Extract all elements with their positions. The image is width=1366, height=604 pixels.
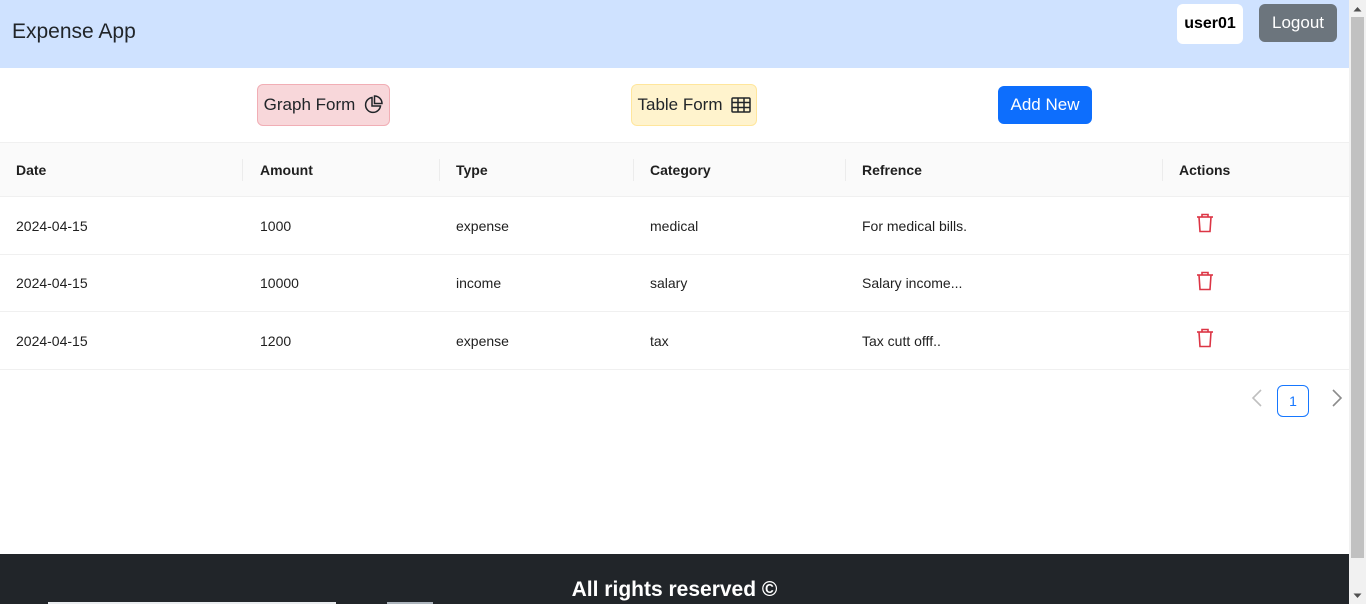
cell-date: 2024-04-15 [16,275,88,291]
table-header: Date Amount Type Category Refrence Actio… [0,142,1349,197]
column-header-actions: Actions [1179,162,1231,178]
table-grid-icon [730,97,751,113]
scroll-up-arrow-icon[interactable] [1349,0,1366,17]
cell-amount: 1200 [260,332,292,349]
table-row: 2024-04-15 1200 expense tax Tax cutt off… [0,312,1349,370]
cell-amount: 1000 [260,217,292,234]
column-divider [845,159,846,181]
transactions-table: Date Amount Type Category Refrence Actio… [0,142,1349,370]
table-row: 2024-04-15 1000 expense medical For medi… [0,197,1349,255]
trash-icon[interactable] [1196,213,1214,233]
scroll-down-arrow-icon[interactable] [1349,587,1366,604]
column-header-date[interactable]: Date [16,143,46,197]
cell-reference: Salary income... [862,275,963,291]
trash-icon[interactable] [1196,271,1214,291]
cell-date: 2024-04-15 [16,217,88,234]
table-form-button[interactable]: Table Form [631,84,757,126]
navbar: Expense App user01 Logout [0,0,1349,68]
cell-category: salary [650,275,688,291]
trash-icon[interactable] [1196,328,1214,348]
graph-form-button[interactable]: Graph Form [257,84,390,126]
cell-type: expense [456,332,509,349]
pie-chart-icon [363,95,384,115]
column-divider [242,159,243,181]
column-header-category[interactable]: Category [650,143,711,197]
cell-category: tax [650,332,669,349]
add-new-button[interactable]: Add New [998,86,1092,124]
cell-date: 2024-04-15 [16,332,88,349]
footer: All rights reserved © [0,554,1349,604]
chevron-left-icon[interactable] [1248,387,1266,409]
cell-type: expense [456,217,509,234]
scrollbar-thumb[interactable] [1351,17,1364,558]
column-header-type[interactable]: Type [456,143,488,197]
pagination-page-1[interactable]: 1 [1277,385,1309,417]
table-row: 2024-04-15 10000 income salary Salary in… [0,255,1349,312]
footer-text: All rights reserved © [571,578,778,601]
cell-amount: 10000 [260,275,299,291]
cell-reference: Tax cutt offf.. [862,332,941,349]
app-brand[interactable]: Expense App [12,20,136,44]
column-header-reference[interactable]: Refrence [862,143,922,197]
username-badge: user01 [1177,4,1243,44]
logout-button[interactable]: Logout [1259,4,1337,42]
cell-type: income [456,275,502,291]
column-divider [439,159,440,181]
column-header-amount[interactable]: Amount [260,143,313,197]
graph-form-label: Graph Form [263,95,356,114]
cell-category: medical [650,217,699,234]
table-form-label: Table Form [637,95,723,114]
column-divider [1162,159,1163,181]
page: Expense App user01 Logout Graph Form Tab… [0,0,1349,604]
chevron-right-icon[interactable] [1328,387,1346,409]
column-divider [633,159,634,181]
cell-reference: For medical bills. [862,217,968,234]
